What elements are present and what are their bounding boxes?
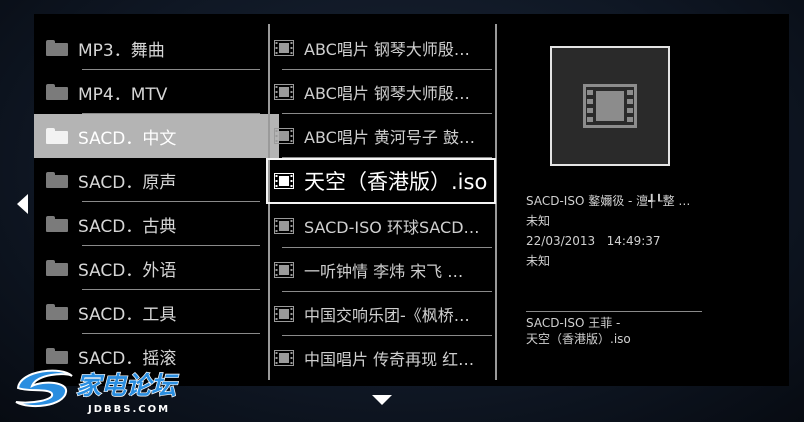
- folder-icon: [46, 304, 68, 320]
- folder-label: SACD．中文: [78, 128, 177, 149]
- file-item[interactable]: ABC唱片 钢琴大师殷…: [268, 26, 496, 70]
- folder-label: SACD．原声: [78, 172, 177, 193]
- detail-date: 22/03/2013: [526, 234, 596, 248]
- folder-item-sacd-chinese[interactable]: SACD．中文: [34, 114, 279, 158]
- folder-label: MP4．MTV: [78, 84, 168, 105]
- folder-item-sacd-foreign[interactable]: SACD．外语: [46, 246, 268, 290]
- file-label: 中国唱片 传奇再现 红…: [304, 350, 475, 369]
- path-divider: [526, 311, 702, 312]
- film-icon: [274, 128, 294, 144]
- file-item[interactable]: ABC唱片 黄河号子 鼓…: [268, 114, 496, 158]
- file-label: 天空（香港版）.iso: [304, 170, 488, 194]
- film-icon: [274, 84, 294, 100]
- film-icon: [274, 218, 294, 234]
- folder-list: MP3．舞曲 MP4．MTV SACD．中文 SACD．原声 SACD．古典 S…: [34, 26, 279, 378]
- browser-panel: MP3．舞曲 MP4．MTV SACD．中文 SACD．原声 SACD．古典 S…: [34, 14, 789, 386]
- site-logo: 家电论坛 JDBBS.COM: [15, 369, 180, 415]
- arrow-left-icon[interactable]: [17, 194, 28, 214]
- film-icon: [274, 306, 294, 322]
- folder-item-mp3[interactable]: MP3．舞曲: [46, 26, 268, 70]
- path-line-2: 天空（香港版）.iso: [526, 332, 631, 346]
- folder-item-sacd-soundtrack[interactable]: SACD．原声: [46, 158, 268, 202]
- folder-icon: [46, 128, 68, 144]
- folder-label: SACD．外语: [78, 260, 177, 281]
- folder-label: MP3．舞曲: [78, 40, 165, 61]
- file-label: 一听钟情 李炜 宋飞 …: [304, 262, 464, 281]
- folder-icon: [46, 40, 68, 56]
- file-label: ABC唱片 钢琴大师殷…: [304, 40, 470, 59]
- film-icon: [583, 84, 637, 128]
- media-browser-screen: MP3．舞曲 MP4．MTV SACD．中文 SACD．原声 SACD．古典 S…: [0, 0, 804, 422]
- arrow-down-icon[interactable]: [372, 395, 392, 405]
- file-item[interactable]: 一听钟情 李炜 宋飞 …: [268, 248, 496, 292]
- folder-label: SACD．古典: [78, 216, 177, 237]
- film-icon: [274, 173, 294, 189]
- file-path: SACD-ISO 王菲 - 天空（香港版）.iso: [526, 315, 631, 347]
- folder-icon: [46, 172, 68, 188]
- folder-item-mp4[interactable]: MP4．MTV: [46, 70, 268, 114]
- film-icon: [274, 40, 294, 56]
- file-item[interactable]: 中国交响乐团-《枫桥…: [268, 292, 496, 336]
- folder-item-sacd-tools[interactable]: SACD．工具: [46, 290, 268, 334]
- logo-text: 家电论坛: [76, 371, 179, 400]
- file-item[interactable]: SACD-ISO 环球SACD…: [268, 204, 496, 248]
- detail-time: 14:49:37: [606, 234, 661, 248]
- folder-icon: [46, 260, 68, 276]
- file-list: ABC唱片 钢琴大师殷… ABC唱片 钢琴大师殷… ABC唱片 黄河号子 鼓… …: [266, 26, 496, 380]
- file-label: ABC唱片 钢琴大师殷…: [304, 84, 470, 103]
- file-label: SACD-ISO 环球SACD…: [304, 218, 480, 237]
- preview-thumbnail: [550, 46, 670, 166]
- file-item-focused[interactable]: 天空（香港版）.iso: [266, 158, 496, 204]
- folder-label: SACD．工具: [78, 304, 177, 325]
- detail-title: SACD-ISO 鐜嬭彶 - 澶╃┖整 …: [526, 194, 691, 208]
- film-icon: [274, 262, 294, 278]
- file-item[interactable]: 中国唱片 传奇再现 红…: [268, 336, 496, 380]
- file-item[interactable]: ABC唱片 钢琴大师殷…: [268, 70, 496, 114]
- detail-genre: 未知: [526, 254, 551, 268]
- folder-item-sacd-classical[interactable]: SACD．古典: [46, 202, 268, 246]
- folder-icon: [46, 84, 68, 100]
- logo-subtext: JDBBS.COM: [87, 404, 170, 415]
- file-label: ABC唱片 黄河号子 鼓…: [304, 128, 475, 147]
- file-details: SACD-ISO 鐜嬭彶 - 澶╃┖整 … 未知 22/03/2013 14:4…: [526, 191, 690, 271]
- file-label: 中国交响乐团-《枫桥…: [304, 306, 470, 325]
- detail-datetime: 22/03/2013 14:49:37: [526, 231, 690, 251]
- folder-icon: [46, 216, 68, 232]
- detail-artist: 未知: [526, 214, 551, 228]
- film-icon: [274, 350, 294, 366]
- path-line-1: SACD-ISO 王菲 -: [526, 316, 621, 330]
